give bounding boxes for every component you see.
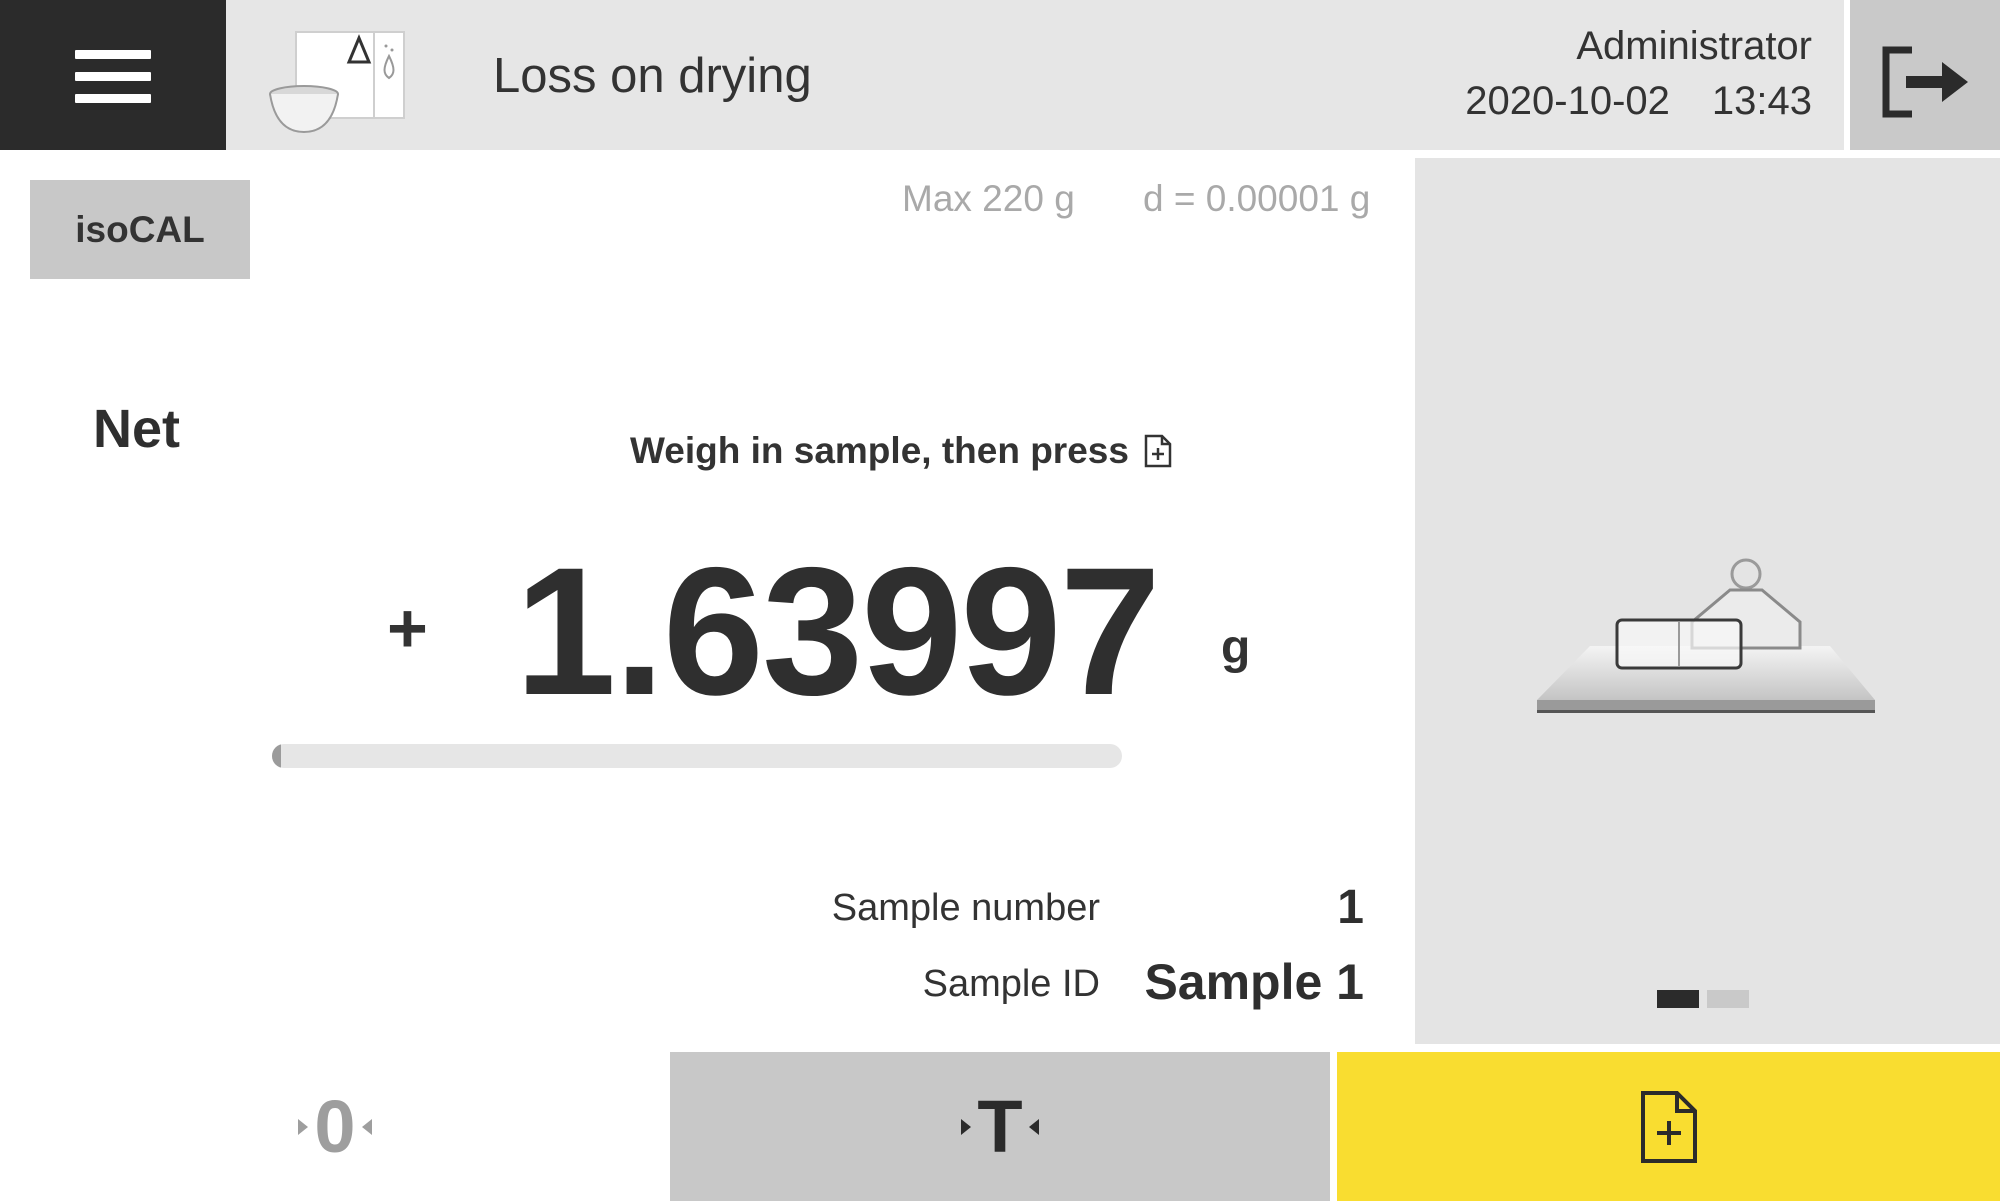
weight-sign: + bbox=[387, 589, 428, 667]
add-document-icon bbox=[1640, 1090, 1697, 1163]
tare-label: T bbox=[977, 1085, 1023, 1168]
loss-on-drying-icon bbox=[269, 31, 405, 134]
logout-button[interactable] bbox=[1850, 0, 2000, 150]
weighing-progress-bar bbox=[272, 744, 1122, 768]
tare-right-arrow-icon bbox=[1028, 1118, 1039, 1135]
zero-right-arrow-icon bbox=[361, 1118, 372, 1135]
sample-number-value: 1 bbox=[1337, 881, 1364, 934]
tare-button[interactable]: T bbox=[670, 1052, 1330, 1201]
date-text: 2020-10-02 bbox=[1465, 79, 1670, 123]
zero-label: 0 bbox=[314, 1085, 356, 1168]
sample-id-label: Sample ID bbox=[922, 963, 1100, 1005]
logout-icon bbox=[1882, 46, 1968, 118]
header-bar bbox=[226, 0, 1844, 150]
add-document-icon bbox=[1144, 434, 1172, 468]
max-capacity: Max 220 g bbox=[902, 178, 1075, 219]
zero-button[interactable]: 0 bbox=[0, 1052, 670, 1201]
add-result-button[interactable] bbox=[1337, 1052, 2000, 1201]
net-mode-label: Net bbox=[93, 399, 181, 459]
readability: d = 0.00001 g bbox=[1143, 178, 1371, 219]
page-indicator-1[interactable] bbox=[1657, 990, 1699, 1008]
instruction-label: Weigh in sample, then press bbox=[630, 430, 1129, 471]
weight-unit: g bbox=[1221, 621, 1251, 674]
zero-left-arrow-icon bbox=[298, 1118, 309, 1135]
time-text: 13:43 bbox=[1711, 79, 1812, 123]
balance-with-containers-icon bbox=[1537, 558, 1875, 713]
instruction-text: Weigh in sample, then press bbox=[630, 430, 1173, 472]
isocal-button[interactable]: isoCAL bbox=[30, 180, 250, 279]
weight-value: 1.63997 bbox=[515, 529, 1161, 733]
app-title: Loss on drying bbox=[493, 49, 812, 103]
user-name: Administrator bbox=[1576, 24, 1812, 68]
weighing-progress-fill bbox=[272, 744, 281, 768]
tare-left-arrow-icon bbox=[961, 1118, 972, 1135]
date-time: 2020-10-02 13:43 bbox=[1465, 79, 1812, 124]
sample-id-value: Sample 1 bbox=[1144, 954, 1364, 1010]
menu-button[interactable] bbox=[0, 0, 226, 150]
page-indicator-2[interactable] bbox=[1707, 990, 1749, 1008]
sample-number-label: Sample number bbox=[831, 887, 1100, 929]
